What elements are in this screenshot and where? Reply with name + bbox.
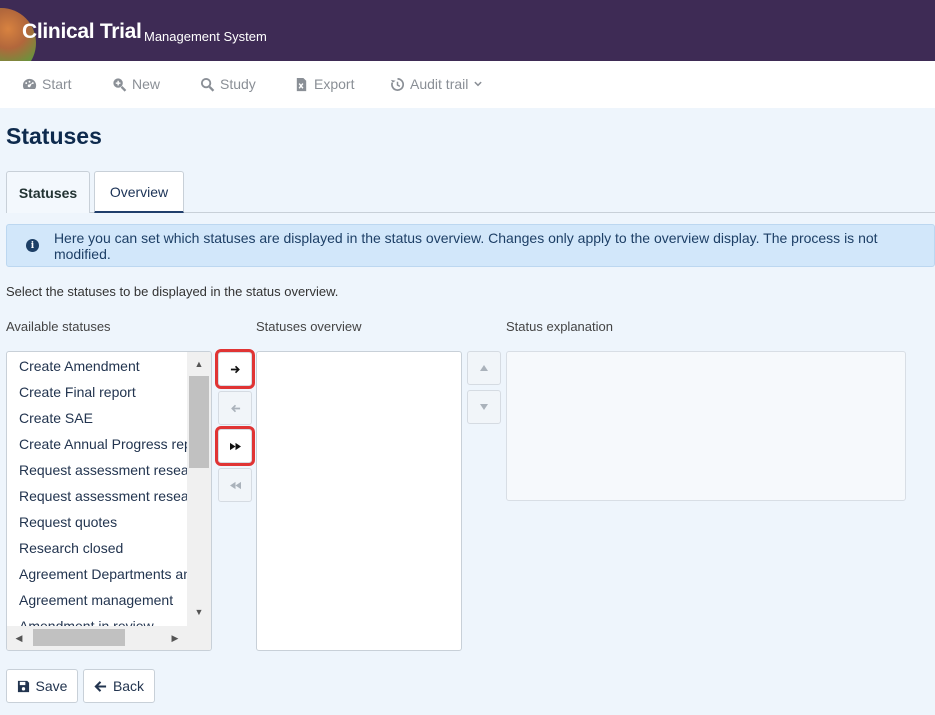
- move-left-button[interactable]: [218, 391, 252, 425]
- nav-export[interactable]: Export: [294, 76, 354, 92]
- dashboard-icon: [22, 78, 37, 89]
- caret-down-icon: [480, 404, 488, 410]
- search-icon: [200, 77, 215, 92]
- list-item[interactable]: Create Amendment: [7, 353, 187, 379]
- horizontal-scrollbar[interactable]: ◀ ▶: [7, 626, 211, 650]
- list-item[interactable]: Create Final report: [7, 379, 187, 405]
- tab-statuses-label: Statuses: [18, 184, 78, 201]
- scroll-right-arrow-icon[interactable]: ▶: [165, 626, 185, 650]
- move-all-left-button[interactable]: [218, 468, 252, 502]
- tab-overview[interactable]: Overview: [94, 171, 184, 213]
- move-up-button[interactable]: [467, 351, 501, 385]
- available-statuses-list[interactable]: Create Amendment Create Final report Cre…: [6, 351, 212, 651]
- floppy-disk-icon: [17, 680, 29, 692]
- search-plus-icon: [113, 77, 127, 92]
- arrow-left-icon: [94, 680, 107, 692]
- status-explanation-label: Status explanation: [506, 319, 613, 334]
- statuses-overview-label: Statuses overview: [256, 319, 362, 334]
- main-nav: Start New Study Export Audit trail: [0, 61, 935, 108]
- status-explanation-box: [506, 351, 906, 501]
- nav-start[interactable]: Start: [22, 76, 72, 92]
- scroll-left-arrow-icon[interactable]: ◀: [9, 626, 29, 650]
- nav-new-label: New: [132, 76, 161, 92]
- save-button[interactable]: Save: [6, 669, 78, 703]
- vertical-scroll-thumb[interactable]: [189, 376, 209, 468]
- arrow-left-icon: [230, 404, 240, 412]
- nav-start-label: Start: [42, 76, 72, 92]
- list-item[interactable]: Agreement management: [7, 587, 187, 613]
- scroll-up-arrow-icon[interactable]: ▲: [187, 354, 211, 374]
- chevron-down-icon: [474, 81, 483, 87]
- move-all-right-button[interactable]: [215, 426, 255, 466]
- list-item[interactable]: Create SAE: [7, 405, 187, 431]
- move-right-button[interactable]: [215, 349, 255, 389]
- list-item[interactable]: Request assessment research: [7, 457, 187, 483]
- statuses-overview-list[interactable]: [256, 351, 462, 651]
- list-item[interactable]: Agreement Departments and: [7, 561, 187, 587]
- tab-overview-label: Overview: [109, 183, 169, 200]
- list-item[interactable]: Request quotes: [7, 509, 187, 535]
- nav-study[interactable]: Study: [200, 76, 256, 92]
- back-button-label: Back: [112, 678, 145, 694]
- nav-export-label: Export: [314, 76, 355, 92]
- back-button[interactable]: Back: [83, 669, 155, 703]
- list-item[interactable]: Create Annual Progress report: [7, 431, 187, 457]
- file-excel-icon: [296, 77, 307, 91]
- page-title: Statuses: [6, 123, 102, 149]
- nav-study-label: Study: [220, 76, 256, 92]
- info-alert: i Here you can set which statuses are di…: [6, 224, 935, 267]
- caret-up-icon: [480, 365, 488, 371]
- save-button-label: Save: [35, 678, 68, 694]
- available-statuses-label: Available statuses: [6, 319, 111, 334]
- history-icon: [390, 77, 404, 91]
- nav-audit-trail-label: Audit trail: [410, 76, 469, 92]
- vertical-scrollbar[interactable]: ▲ ▼: [187, 352, 211, 628]
- nav-audit-trail[interactable]: Audit trail: [390, 76, 483, 92]
- info-icon: i: [26, 239, 39, 252]
- list-item[interactable]: Request assessment research: [7, 483, 187, 509]
- arrow-right-icon: [230, 365, 240, 373]
- tab-statuses[interactable]: Statuses: [6, 171, 90, 213]
- info-text: Here you can set which statuses are disp…: [53, 229, 878, 262]
- app-header: Clinical Trial Management System: [0, 0, 935, 61]
- available-statuses-items: Create Amendment Create Final report Cre…: [7, 352, 187, 628]
- app-title: Clinical Trial: [22, 20, 142, 43]
- app-subtitle: Management System: [144, 29, 267, 44]
- scroll-down-arrow-icon[interactable]: ▼: [187, 602, 211, 622]
- instruction-text: Select the statuses to be displayed in t…: [6, 284, 339, 299]
- horizontal-scroll-thumb[interactable]: [33, 629, 125, 646]
- fast-forward-icon: [229, 442, 241, 450]
- fast-backward-icon: [229, 481, 241, 489]
- move-down-button[interactable]: [467, 390, 501, 424]
- list-item[interactable]: Research closed: [7, 535, 187, 561]
- nav-new[interactable]: New: [112, 76, 160, 92]
